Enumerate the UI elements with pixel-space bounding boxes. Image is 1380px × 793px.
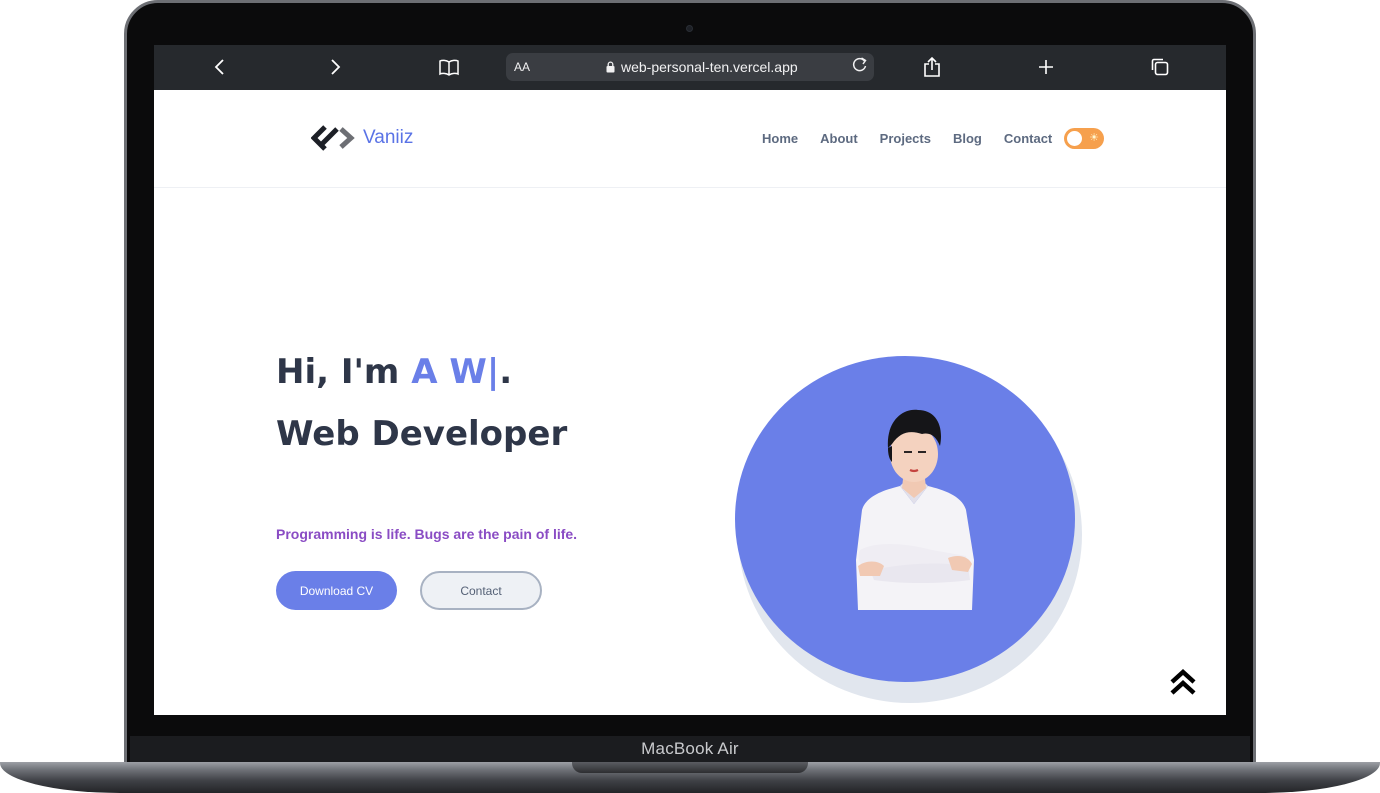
- hero-tagline: Programming is life. Bugs are the pain o…: [276, 526, 578, 542]
- nav-contact[interactable]: Contact: [1004, 131, 1052, 146]
- nav-blog[interactable]: Blog: [953, 131, 982, 146]
- forward-icon[interactable]: [325, 55, 345, 79]
- site-logo[interactable]: Vaniiz: [311, 125, 413, 151]
- bookmarks-icon[interactable]: [436, 55, 462, 79]
- text-size-button[interactable]: AA: [514, 60, 530, 74]
- brand-logo-icon: [311, 125, 355, 151]
- laptop-notch: [572, 762, 808, 773]
- reload-icon[interactable]: [852, 55, 868, 78]
- toggle-knob: [1067, 131, 1082, 146]
- device-mockup: AA web-personal-ten.vercel.app Vaniiz Ho…: [0, 0, 1380, 793]
- scroll-to-top-icon[interactable]: [1168, 666, 1198, 696]
- tabs-overview-icon[interactable]: [1148, 55, 1172, 79]
- site-header: Vaniiz Home About Projects Blog Contact …: [154, 90, 1226, 188]
- profile-photo: [856, 409, 974, 610]
- nav-projects[interactable]: Projects: [880, 131, 931, 146]
- contact-button[interactable]: Contact: [420, 571, 542, 610]
- typing-cursor: |: [486, 352, 500, 392]
- lock-icon: [606, 61, 615, 73]
- theme-toggle[interactable]: ☀: [1064, 128, 1104, 149]
- device-label: MacBook Air: [641, 739, 739, 758]
- camera: [686, 25, 693, 32]
- back-icon[interactable]: [210, 55, 230, 79]
- typed-name: A W: [411, 352, 487, 392]
- new-tab-icon[interactable]: [1034, 55, 1058, 79]
- address-bar[interactable]: AA web-personal-ten.vercel.app: [506, 53, 874, 81]
- nav-about[interactable]: About: [820, 131, 858, 146]
- main-nav: Home About Projects Blog Contact: [762, 131, 1052, 146]
- greeting-text: Hi, I'm: [276, 352, 412, 392]
- greeting-period: .: [499, 352, 513, 392]
- download-cv-button[interactable]: Download CV: [276, 571, 397, 610]
- web-page: Vaniiz Home About Projects Blog Contact …: [154, 90, 1226, 715]
- sun-icon: ☀: [1089, 132, 1099, 144]
- hero-role: Web Developer: [276, 414, 568, 454]
- brand-name: Vaniiz: [363, 127, 414, 148]
- url-text: web-personal-ten.vercel.app: [621, 59, 798, 75]
- browser-toolbar: AA web-personal-ten.vercel.app: [154, 45, 1226, 90]
- share-icon[interactable]: [920, 55, 944, 79]
- hero-greeting: Hi, I'm A W|.: [276, 350, 512, 394]
- screen: AA web-personal-ten.vercel.app Vaniiz Ho…: [154, 45, 1226, 715]
- nav-home[interactable]: Home: [762, 131, 798, 146]
